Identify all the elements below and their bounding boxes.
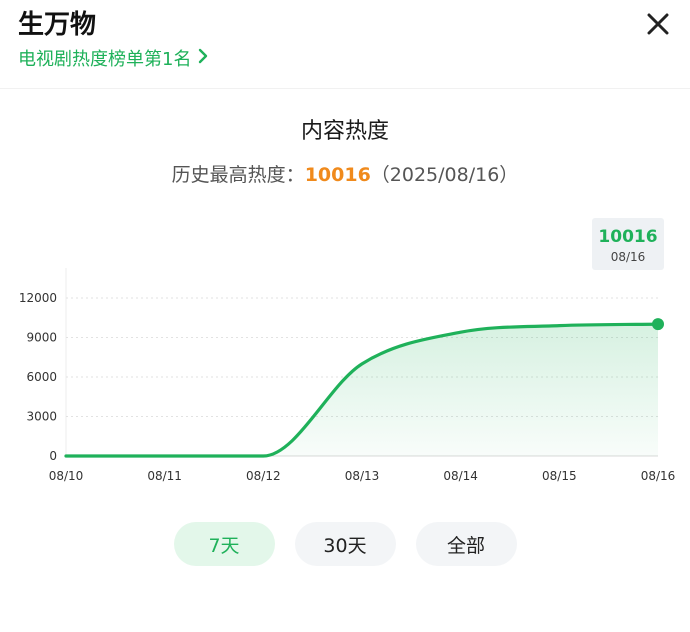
tab-label: 30天 (323, 534, 367, 557)
x-tick-label: 08/10 (49, 469, 84, 483)
header: 生万物 电视剧热度榜单第1名 (0, 0, 690, 88)
tab-label: 全部 (446, 534, 485, 557)
ranking-link[interactable]: 电视剧热度榜单第1名 (18, 47, 211, 73)
tab-30-days[interactable]: 30天 (294, 522, 396, 566)
tooltip-date: 08/16 (611, 250, 646, 264)
heat-chart: 0 3000 6000 9000 12000 08/10 08/11 08/12 08/13 08… (0, 210, 690, 500)
peak-heat-line: 历史最高热度：10016（2025/08/16） (0, 160, 690, 190)
x-tick-label: 08/14 (443, 469, 478, 483)
range-tabs: 7天 30天 全部 (0, 522, 690, 568)
y-tick-label: 0 (49, 449, 57, 463)
ranking-link-label: 电视剧热度榜单第1名 (18, 49, 192, 70)
peak-value: 10016 (304, 164, 371, 186)
x-tick-label: 08/11 (147, 469, 182, 483)
header-divider (0, 88, 690, 89)
y-tick-label: 9000 (26, 331, 57, 345)
heat-chart-svg: 0 3000 6000 9000 12000 08/10 08/11 08/12 08/13 08… (19, 218, 676, 483)
tab-all[interactable]: 全部 (415, 522, 517, 566)
series-area-fill (66, 324, 658, 456)
y-tick-label: 6000 (26, 370, 57, 384)
close-icon (647, 13, 669, 39)
close-button[interactable] (642, 10, 674, 42)
y-tick-label: 3000 (26, 410, 57, 424)
section-title: 内容热度 (300, 119, 389, 144)
x-tick-label: 08/16 (641, 469, 676, 483)
tooltip-value: 10016 (598, 227, 657, 247)
tab-label: 7天 (208, 534, 240, 557)
x-tick-label: 08/12 (246, 469, 281, 483)
x-tick-label: 08/15 (542, 469, 577, 483)
peak-date: （2025/08/16） (370, 164, 519, 186)
page-title: 生万物 (18, 10, 97, 40)
tab-7-days[interactable]: 7天 (173, 522, 275, 566)
series-end-point (652, 318, 664, 331)
x-tick-label: 08/13 (345, 469, 380, 483)
y-tick-label: 12000 (19, 291, 57, 305)
chevron-right-icon (195, 47, 211, 73)
peak-label: 历史最高热度： (171, 164, 305, 186)
